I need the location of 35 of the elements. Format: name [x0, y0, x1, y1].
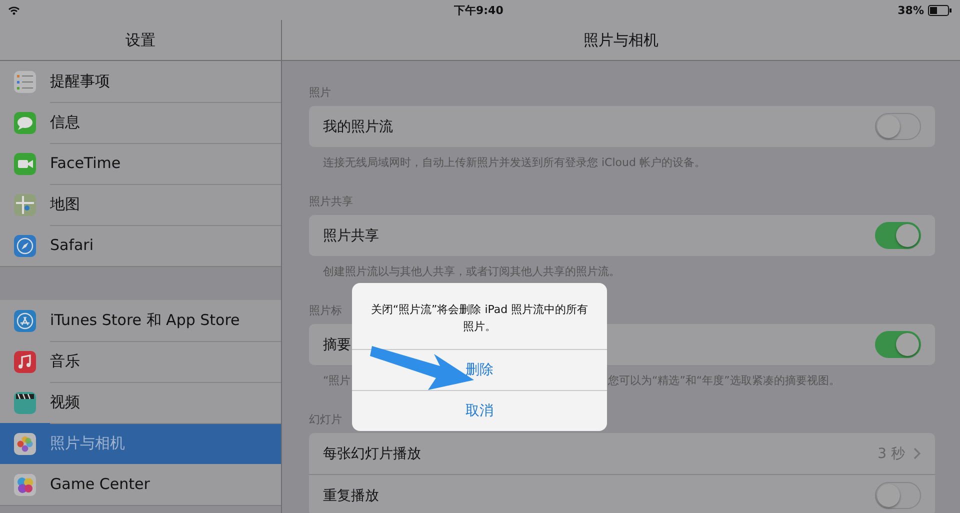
sidebar-item[interactable]: 音乐: [0, 341, 281, 382]
footnote-text: 创建照片流以与其他人共享，或者订阅其他人共享的照片流。: [323, 265, 620, 278]
sidebar-item[interactable]: iTunes Store 和 App Store: [0, 300, 281, 341]
section-header: 照片标: [309, 303, 342, 318]
sidebar-item[interactable]: 地图: [0, 184, 281, 225]
alert-message: 关闭“照片流”将会删除 iPad 照片流中的所有照片。: [370, 302, 590, 335]
section-header: 照片: [309, 85, 331, 100]
footnote-text: “照片: [323, 373, 352, 388]
section-header: 照片共享: [309, 194, 353, 209]
status-time: 下午9:40: [454, 3, 504, 18]
setting-label: 重复播放: [323, 486, 380, 504]
toggle-switch[interactable]: [875, 331, 921, 358]
toggle-switch[interactable]: [875, 113, 921, 140]
toggle-switch[interactable]: [875, 482, 921, 509]
sidebar-item[interactable]: Safari: [0, 225, 281, 266]
footnote-text: 连接无线局域网时，自动上传新照片并发送到所有登录您 iCloud 帐户的设备。: [323, 156, 706, 169]
setting-label: 摘要: [323, 336, 352, 354]
battery-icon: [928, 4, 952, 16]
section-header: 幻灯片: [309, 412, 342, 427]
alert-button[interactable]: 取消: [352, 390, 607, 431]
toggle-switch[interactable]: [875, 222, 921, 249]
setting-label: 我的照片流: [323, 118, 394, 136]
sidebar-item[interactable]: 提醒事项: [0, 61, 281, 102]
setting-label: 每张幻灯片播放: [323, 444, 422, 462]
sidebar-item[interactable]: 信息: [0, 102, 281, 143]
footnote-text: 您可以为“精选”和“年度”选取紧凑的摘要视图。: [608, 373, 840, 388]
sidebar-title: 设置: [126, 30, 156, 50]
setting-value: 3 秒: [878, 444, 905, 462]
page-title: 照片与相机: [584, 30, 658, 50]
sidebar-item[interactable]: FaceTime: [0, 143, 281, 184]
battery-percent: 38%: [898, 4, 924, 16]
wifi-icon: [8, 6, 20, 14]
chevron-icon: [913, 447, 921, 460]
setting-label: 照片共享: [323, 226, 380, 244]
sidebar-item[interactable]: Game Center: [0, 464, 281, 505]
